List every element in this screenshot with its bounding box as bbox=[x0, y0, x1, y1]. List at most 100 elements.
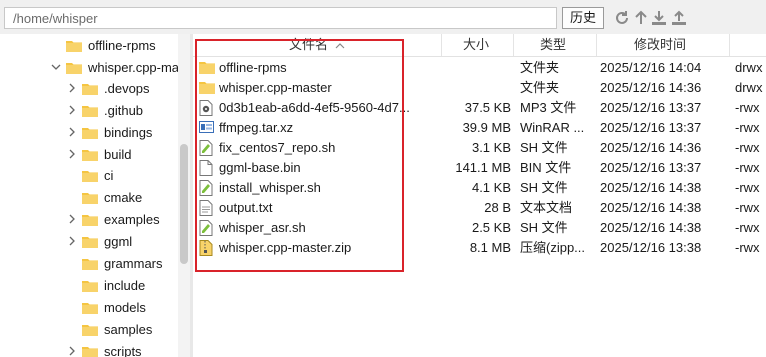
file-row[interactable]: ggml-base.bin 141.1 MB BIN 文件 2025/12/16… bbox=[193, 158, 766, 178]
chevron-right-icon[interactable] bbox=[66, 104, 78, 116]
file-modified: 2025/12/16 14:38 bbox=[600, 200, 702, 215]
file-row[interactable]: whisper.cpp-master 文件夹 2025/12/16 14:36 … bbox=[193, 78, 766, 98]
file-modified: 2025/12/16 13:37 bbox=[600, 120, 702, 135]
file-permissions: -rwx bbox=[735, 140, 760, 155]
tree-item-ggml[interactable]: ggml bbox=[66, 230, 132, 252]
tree-item-label: bindings bbox=[104, 124, 153, 140]
chevron-down-icon[interactable] bbox=[50, 61, 62, 73]
text-file-icon bbox=[199, 200, 214, 216]
archive-file-icon bbox=[199, 120, 214, 136]
file-permissions: drwx bbox=[735, 60, 763, 75]
tree-expander bbox=[66, 301, 78, 313]
file-row[interactable]: whisper_asr.sh 2.5 KB SH 文件 2025/12/16 1… bbox=[193, 218, 766, 238]
tree-item-grammars[interactable]: grammars bbox=[66, 252, 163, 274]
script-file-icon bbox=[199, 180, 214, 196]
tree-item-bindings[interactable]: bindings bbox=[66, 121, 152, 143]
file-size: 3.1 KB bbox=[471, 140, 511, 155]
column-header-size[interactable]: 大小 bbox=[463, 34, 489, 56]
file-type: SH 文件 bbox=[520, 180, 568, 195]
chevron-right-icon[interactable] bbox=[66, 148, 78, 160]
file-type: 文件夹 bbox=[520, 80, 560, 95]
file-size: 39.9 MB bbox=[462, 120, 511, 135]
file-list: 文件名 大小 类型 修改时间 offline-rpms 文件夹 2025/12/… bbox=[193, 34, 766, 357]
column-header-name[interactable]: 文件名 bbox=[289, 34, 345, 56]
folder-icon bbox=[82, 82, 98, 95]
blank-file-icon bbox=[199, 160, 214, 176]
file-row[interactable]: 0d3b1eab-a6dd-4ef5-9560-4d7... 37.5 KB M… bbox=[193, 98, 766, 118]
file-modified: 2025/12/16 13:37 bbox=[600, 100, 702, 115]
tree-expander bbox=[50, 39, 62, 51]
file-size bbox=[441, 78, 511, 98]
up-folder-icon[interactable] bbox=[632, 9, 650, 27]
folder-icon bbox=[199, 80, 215, 96]
column-header-type[interactable]: 类型 bbox=[540, 34, 566, 56]
file-row[interactable]: output.txt 28 B 文本文档 2025/12/16 14:38 -r… bbox=[193, 198, 766, 218]
file-permissions: -rwx bbox=[735, 220, 760, 235]
tree-item-models[interactable]: models bbox=[66, 296, 146, 318]
file-permissions: drwx bbox=[735, 80, 763, 95]
file-name: ggml-base.bin bbox=[219, 160, 301, 175]
folder-icon bbox=[82, 279, 98, 292]
tree-item-scripts[interactable]: scripts bbox=[66, 340, 142, 357]
file-modified: 2025/12/16 14:36 bbox=[600, 140, 702, 155]
column-divider[interactable] bbox=[729, 34, 730, 56]
path-input[interactable]: /home/whisper bbox=[4, 7, 557, 29]
tree-item-label: offline-rpms bbox=[88, 37, 156, 53]
tree-item-whisper-cpp-master[interactable]: whisper.cpp-master bbox=[50, 56, 178, 78]
file-name: whisper_asr.sh bbox=[219, 220, 306, 235]
chevron-right-icon[interactable] bbox=[66, 82, 78, 94]
chevron-right-icon[interactable] bbox=[66, 235, 78, 247]
tree-item-label: models bbox=[104, 299, 146, 315]
folder-tree: offline-rpms whisper.cpp-master .devops … bbox=[0, 34, 178, 357]
tree-item-include[interactable]: include bbox=[66, 274, 145, 296]
file-type: SH 文件 bbox=[520, 140, 568, 155]
pathbar-right-edge bbox=[744, 0, 766, 34]
tree-expander bbox=[66, 323, 78, 335]
tree-scrollbar[interactable] bbox=[178, 34, 190, 357]
history-button[interactable]: 历史 bbox=[562, 7, 604, 29]
file-row[interactable]: fix_centos7_repo.sh 3.1 KB SH 文件 2025/12… bbox=[193, 138, 766, 158]
tree-scrollbar-thumb[interactable] bbox=[180, 144, 188, 264]
folder-icon bbox=[82, 257, 98, 270]
upload-icon[interactable] bbox=[670, 9, 688, 27]
file-row[interactable]: whisper.cpp-master.zip 8.1 MB 压缩(zipp...… bbox=[193, 238, 766, 258]
file-type: 文本文档 bbox=[520, 200, 573, 215]
file-size: 2.5 KB bbox=[471, 220, 511, 235]
file-type: MP3 文件 bbox=[520, 100, 577, 115]
file-row[interactable]: install_whisper.sh 4.1 KB SH 文件 2025/12/… bbox=[193, 178, 766, 198]
column-divider[interactable] bbox=[513, 34, 514, 56]
file-row[interactable]: ffmpeg.tar.xz 39.9 MB WinRAR ... 2025/12… bbox=[193, 118, 766, 138]
tree-expander bbox=[66, 257, 78, 269]
column-divider[interactable] bbox=[596, 34, 597, 56]
column-divider[interactable] bbox=[441, 34, 442, 56]
file-name: whisper.cpp-master.zip bbox=[219, 240, 352, 255]
file-row[interactable]: offline-rpms 文件夹 2025/12/16 14:04 drwx bbox=[193, 58, 766, 78]
tree-item-build[interactable]: build bbox=[66, 143, 131, 165]
folder-icon bbox=[82, 301, 98, 314]
tree-item-cmake[interactable]: cmake bbox=[66, 186, 142, 208]
tree-item-label: scripts bbox=[104, 343, 142, 357]
file-modified: 2025/12/16 14:38 bbox=[600, 220, 702, 235]
folder-icon bbox=[66, 61, 82, 74]
chevron-right-icon[interactable] bbox=[66, 213, 78, 225]
tree-item-samples[interactable]: samples bbox=[66, 318, 152, 340]
file-modified: 2025/12/16 14:36 bbox=[600, 80, 702, 95]
tree-item-ci[interactable]: ci bbox=[66, 164, 113, 186]
tree-item-examples[interactable]: examples bbox=[66, 208, 160, 230]
tree-item-devops[interactable]: .devops bbox=[66, 77, 150, 99]
tree-item-github[interactable]: .github bbox=[66, 99, 143, 121]
column-header-modified[interactable]: 修改时间 bbox=[634, 34, 686, 56]
file-size: 37.5 KB bbox=[464, 100, 511, 115]
tree-item-label: grammars bbox=[104, 255, 163, 271]
chevron-right-icon[interactable] bbox=[66, 126, 78, 138]
file-type: 文件夹 bbox=[520, 60, 560, 75]
file-size: 4.1 KB bbox=[471, 180, 511, 195]
path-toolbar: /home/whisper 历史 bbox=[0, 0, 766, 34]
download-icon[interactable] bbox=[650, 9, 668, 27]
tree-item-offline-rpms[interactable]: offline-rpms bbox=[50, 34, 156, 56]
file-type: BIN 文件 bbox=[520, 160, 572, 175]
folder-icon bbox=[82, 323, 98, 336]
file-list-header: 文件名 大小 类型 修改时间 bbox=[193, 34, 766, 57]
refresh-icon[interactable] bbox=[613, 9, 631, 27]
chevron-right-icon[interactable] bbox=[66, 345, 78, 357]
